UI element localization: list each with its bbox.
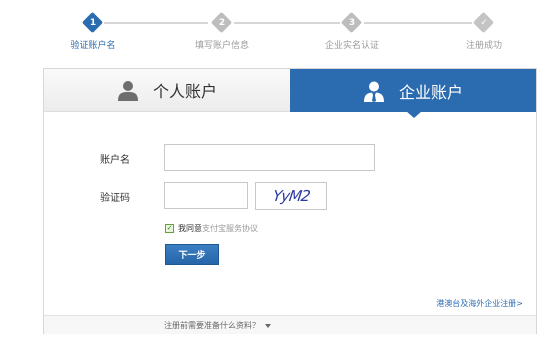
chevron-down-icon (265, 323, 271, 328)
person-icon (117, 79, 139, 101)
step-3-label: 企业实名认证 (324, 41, 379, 51)
business-person-icon (363, 80, 385, 102)
step-connector (104, 22, 208, 24)
tab-personal-label: 个人账户 (152, 82, 217, 101)
card-footer: 注册前需要准备什么资料？ (44, 315, 536, 334)
step-4-label: 注册成功 (465, 41, 502, 51)
captcha-input[interactable] (164, 182, 248, 209)
step-3-marker: 3 (340, 11, 363, 34)
agree-checkbox[interactable]: ✓ (165, 224, 174, 233)
account-type-tabs: 个人账户 企业账户 (44, 69, 536, 118)
captcha-label: 验证码 (100, 193, 130, 204)
service-agreement-link[interactable]: 支付宝服务协议 (202, 223, 258, 234)
account-name-input[interactable] (164, 144, 375, 171)
agreement-row: ✓ 我同意 支付宝服务协议 (165, 223, 258, 234)
captcha-image[interactable]: YyM2 (255, 182, 327, 210)
captcha-image-text: YyM2 (271, 187, 311, 205)
registration-prep-link[interactable]: 注册前需要准备什么资料？ (164, 320, 271, 331)
account-name-label: 账户名 (100, 155, 130, 166)
step-2-marker: 2 (210, 11, 233, 34)
tab-personal-account[interactable]: 个人账户 (44, 69, 290, 112)
step-4-check-icon: ✓ (472, 11, 495, 34)
selected-tab-pointer (406, 111, 422, 118)
overseas-registration-link[interactable]: 港澳台及海外企业注册> (436, 298, 523, 309)
check-icon: ✓ (166, 224, 173, 232)
step-1-label: 验证账户名 (70, 41, 116, 51)
step-connector (364, 22, 472, 24)
registration-card: 个人账户 企业账户 账户名 验证码 YyM2 ✓ 我同意 支付宝服务协议 下一步… (43, 68, 537, 334)
tab-enterprise-label: 企业账户 (398, 82, 463, 102)
registration-stepper: 1 2 3 ✓ 验证账户名 填写账户信息 企业实名认证 注册成功 (0, 0, 558, 60)
step-connector (234, 22, 340, 24)
agree-prefix: 我同意 (178, 224, 202, 233)
step-1-marker: 1 (81, 11, 104, 34)
tab-enterprise-account[interactable]: 企业账户 (290, 69, 536, 112)
step-2-label: 填写账户信息 (194, 41, 249, 51)
registration-prep-label: 注册前需要准备什么资料？ (164, 321, 260, 330)
next-step-button[interactable]: 下一步 (165, 244, 219, 265)
